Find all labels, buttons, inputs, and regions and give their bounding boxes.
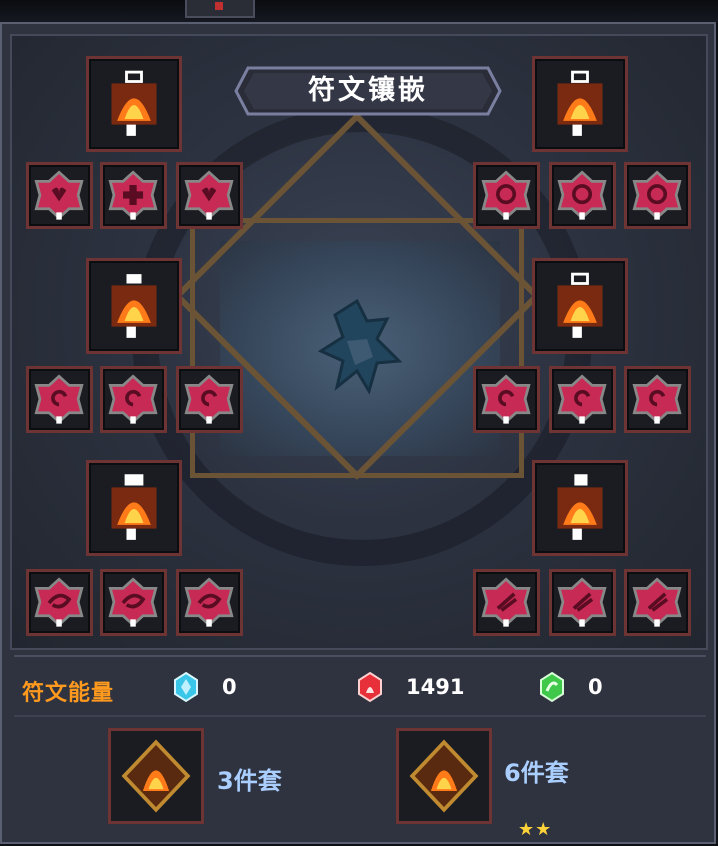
- spiral-gem-rune-icon: [632, 374, 682, 424]
- claw-gem-rune-icon: [632, 577, 682, 627]
- sub-rune-slot[interactable]: [624, 569, 691, 636]
- ring-gem-rune-icon: [557, 170, 607, 220]
- sub-rune-slot[interactable]: [26, 366, 93, 433]
- sub-rune-slot[interactable]: [549, 162, 616, 229]
- red-energy-value: 1491: [406, 675, 465, 699]
- top-handle: [185, 0, 255, 18]
- sub-rune-slot[interactable]: [473, 366, 540, 433]
- ring-gem-rune-icon: [481, 170, 531, 220]
- ring-gem-rune-icon: [632, 170, 682, 220]
- spiral-gem-rune-icon: [108, 374, 158, 424]
- sub-rune-slot[interactable]: [624, 366, 691, 433]
- blue-energy-value: 0: [222, 675, 237, 699]
- sub-rune-slot[interactable]: [176, 366, 243, 433]
- cracked-rune-sigil-icon: [317, 298, 403, 395]
- divider: [14, 715, 706, 717]
- spiral-gem-rune-icon: [34, 374, 84, 424]
- main-rune-slot-left-1[interactable]: [86, 56, 182, 152]
- sub-rune-slot[interactable]: [26, 162, 93, 229]
- sub-rune-slot[interactable]: [176, 162, 243, 229]
- sub-rune-slot[interactable]: [176, 569, 243, 636]
- sub-rune-slot[interactable]: [549, 569, 616, 636]
- main-rune-slot-right-2[interactable]: [532, 258, 628, 354]
- claw-gem-rune-icon: [481, 577, 531, 627]
- swirl-gem-rune-icon: [108, 577, 158, 627]
- top-strip: [0, 0, 718, 22]
- blue-gem-icon: [174, 671, 198, 703]
- set-bonus-3-label: 3件套: [217, 767, 282, 795]
- cross-gem-rune-icon: [108, 170, 158, 220]
- sub-rune-slot[interactable]: [473, 162, 540, 229]
- main-rune-slot-right-1[interactable]: [532, 56, 628, 152]
- red-flame-gem-icon: [358, 671, 382, 703]
- flame-lantern-rune-icon: [111, 274, 157, 338]
- set-bonus-3-button[interactable]: [108, 728, 204, 824]
- green-gem-icon: [540, 671, 564, 703]
- sub-rune-slot[interactable]: [100, 366, 167, 433]
- flame-lantern-rune-icon: [557, 474, 603, 540]
- swirl-gem-rune-icon: [184, 577, 234, 627]
- spiral-gem-rune-icon: [481, 374, 531, 424]
- fire-set-emblem-icon: [121, 739, 191, 813]
- rune-panel: 符文镶嵌 符文能量 0 1491 0 3件套 6件套 ★★: [0, 22, 716, 844]
- heart-gem-rune-icon: [34, 170, 84, 220]
- divider: [14, 655, 706, 657]
- sub-rune-slot[interactable]: [100, 569, 167, 636]
- panel-title-banner: 符文镶嵌: [234, 66, 502, 116]
- set-bonus-6-button[interactable]: [396, 728, 492, 824]
- flame-lantern-rune-icon: [557, 272, 603, 338]
- panel-title: 符文镶嵌: [308, 75, 428, 106]
- sub-rune-slot[interactable]: [624, 162, 691, 229]
- fire-set-emblem-icon: [409, 739, 479, 813]
- green-energy-value: 0: [588, 675, 603, 699]
- rune-energy-section: 符文能量 0 1491 0 3件套 6件套 ★★: [4, 655, 716, 844]
- claw-gem-rune-icon: [557, 577, 607, 627]
- spiral-gem-rune-icon: [557, 374, 607, 424]
- flame-lantern-rune-icon: [111, 70, 157, 136]
- swirl-gem-rune-icon: [34, 577, 84, 627]
- main-rune-slot-right-3[interactable]: [532, 460, 628, 556]
- flame-lantern-rune-icon: [557, 70, 603, 136]
- star-rating: ★★: [518, 819, 553, 840]
- sub-rune-slot[interactable]: [549, 366, 616, 433]
- rune-board: 符文镶嵌: [10, 34, 708, 650]
- heart-gem-rune-icon: [184, 170, 234, 220]
- main-rune-slot-left-2[interactable]: [86, 258, 182, 354]
- main-rune-slot-left-3[interactable]: [86, 460, 182, 556]
- sub-rune-slot[interactable]: [26, 569, 93, 636]
- spiral-gem-rune-icon: [184, 374, 234, 424]
- set-bonus-6-label: 6件套: [504, 759, 569, 787]
- sub-rune-slot[interactable]: [100, 162, 167, 229]
- flame-lantern-rune-icon: [111, 474, 157, 540]
- rune-energy-label: 符文能量: [22, 681, 115, 706]
- sub-rune-slot[interactable]: [473, 569, 540, 636]
